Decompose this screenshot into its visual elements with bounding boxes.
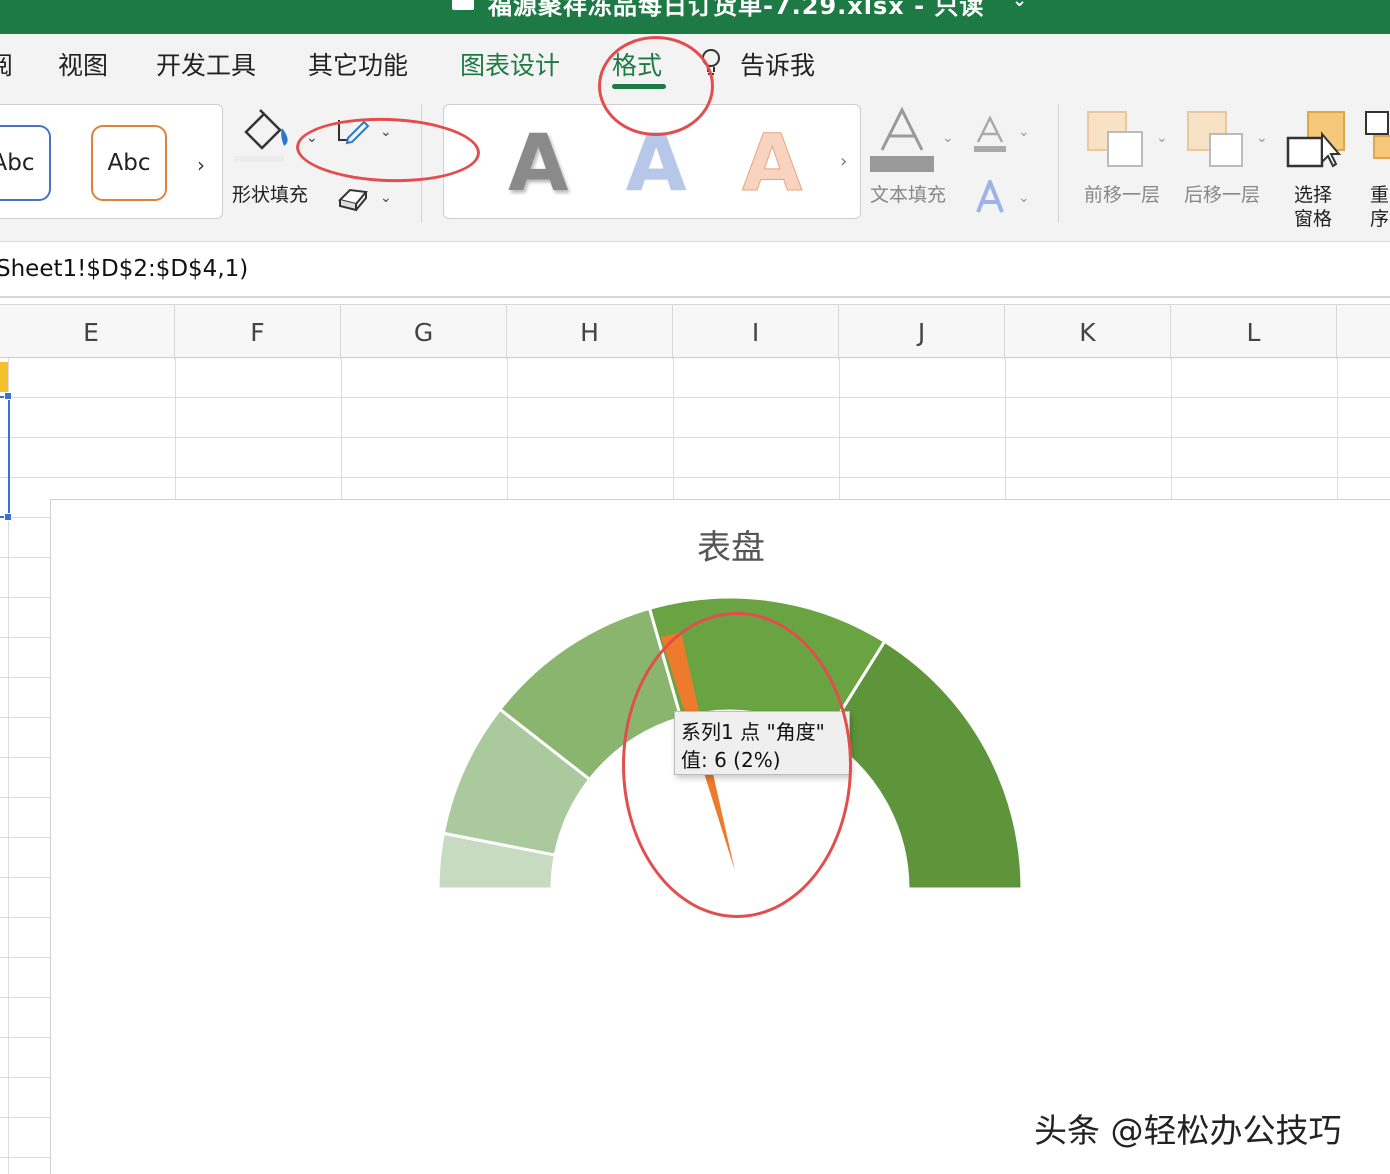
shape-styles-gallery: Abc Abc › xyxy=(0,104,223,219)
tab-chart-design[interactable]: 图表设计 xyxy=(460,46,560,82)
chart-tooltip: 系列1 点 "角度" 值: 6 (2%) xyxy=(674,711,850,775)
column-header-e[interactable]: E xyxy=(8,305,175,359)
grid-line xyxy=(507,358,508,500)
range-handle[interactable] xyxy=(4,392,12,400)
column-header-g[interactable]: G xyxy=(341,305,507,359)
column-header-h[interactable]: H xyxy=(507,305,673,359)
tab-developer[interactable]: 开发工具 xyxy=(156,46,256,82)
selected-range[interactable] xyxy=(0,396,10,518)
tab-review[interactable]: 阅 xyxy=(0,46,13,82)
paint-bucket-icon[interactable] xyxy=(240,106,292,158)
chevron-down-icon[interactable]: ⌄ xyxy=(1012,0,1027,11)
window-title: 福源聚祥冻品每日订货单-7.29.xlsx - 只读 xyxy=(488,0,985,20)
range-handle[interactable] xyxy=(4,513,12,521)
text-fill-icon[interactable] xyxy=(868,106,936,174)
watermark: 头条 @轻松办公技巧 xyxy=(1034,1111,1342,1150)
tooltip-line-2: 值: 6 (2%) xyxy=(681,748,781,772)
grid-line xyxy=(673,358,674,500)
send-backward-label: 后移一层 xyxy=(1184,184,1261,206)
text-fill-label: 文本填充 xyxy=(870,184,947,206)
excel-window: 福源聚祥冻品每日订货单-7.29.xlsx - 只读 ⌄ 阅 视图 开发工具 其… xyxy=(0,0,1390,1174)
gallery-next-icon[interactable]: › xyxy=(197,153,205,177)
ribbon: Abc Abc › ⌄ 形状填充 ⌄ ⌄ A A A › xyxy=(0,100,1390,242)
reorder-icon[interactable] xyxy=(1364,110,1390,170)
grid-line xyxy=(839,358,840,500)
chart-area[interactable]: 表盘 系列1 点 "角度" 值: 6 (2%) xyxy=(50,499,1390,1174)
column-header-f[interactable]: F xyxy=(175,305,341,359)
shape-effects-dropdown[interactable]: ⌄ xyxy=(380,190,392,206)
grid-line xyxy=(1171,358,1172,500)
shape-style-orange[interactable]: Abc xyxy=(91,125,167,201)
grid-line xyxy=(341,358,342,500)
gauge-chart[interactable] xyxy=(51,500,1390,1174)
send-backward-dropdown[interactable]: ⌄ xyxy=(1256,130,1268,146)
shape-style-blue[interactable]: Abc xyxy=(0,125,51,201)
send-backward-icon[interactable] xyxy=(1186,110,1246,170)
ribbon-separator xyxy=(1058,104,1059,222)
title-bar: 福源聚祥冻品每日订货单-7.29.xlsx - 只读 ⌄ xyxy=(0,0,1390,34)
tab-format[interactable]: 格式 xyxy=(612,46,662,82)
bring-forward-label: 前移一层 xyxy=(1084,184,1161,206)
lightbulb-icon[interactable] xyxy=(700,48,722,78)
column-header-row: E F G H I J K L xyxy=(0,304,1390,359)
selection-pane-icon[interactable] xyxy=(1286,110,1350,174)
wordart-style-blue[interactable]: A xyxy=(626,119,686,209)
pen-outline-icon[interactable] xyxy=(336,116,372,146)
selection-pane-label-1: 选择 xyxy=(1294,184,1333,206)
tab-view[interactable]: 视图 xyxy=(58,46,108,82)
formula-text[interactable]: Sheet1!$D$2:$D$4,1) xyxy=(0,256,248,282)
text-effects-icon[interactable] xyxy=(974,180,1006,214)
wordart-gallery: A A A › xyxy=(443,104,861,219)
column-header-l[interactable]: L xyxy=(1171,305,1337,359)
reorder-label-2: 序 xyxy=(1370,208,1390,230)
highlighted-cell[interactable] xyxy=(0,362,8,392)
active-tab-indicator xyxy=(612,84,666,89)
ribbon-tabs: 阅 视图 开发工具 其它功能 图表设计 格式 告诉我 xyxy=(0,34,1390,100)
excel-file-icon xyxy=(452,0,474,10)
fill-color-swatch xyxy=(234,156,284,162)
column-header-k[interactable]: K xyxy=(1005,305,1171,359)
bring-forward-icon[interactable] xyxy=(1086,110,1146,170)
text-fill-dropdown[interactable]: ⌄ xyxy=(942,130,954,146)
formula-bar[interactable]: Sheet1!$D$2:$D$4,1) xyxy=(0,244,1390,298)
shape-effects-icon[interactable] xyxy=(336,184,370,212)
wordart-style-peach[interactable]: A xyxy=(741,119,802,210)
bring-forward-dropdown[interactable]: ⌄ xyxy=(1156,130,1168,146)
wordart-style-gray[interactable]: A xyxy=(508,119,568,209)
text-outline-icon[interactable] xyxy=(972,116,1008,156)
shape-outline-dropdown[interactable]: ⌄ xyxy=(380,124,392,140)
shape-fill-dropdown[interactable]: ⌄ xyxy=(306,130,318,146)
tab-tell-me[interactable]: 告诉我 xyxy=(740,46,815,82)
column-header-j[interactable]: J xyxy=(839,305,1005,359)
grid-line xyxy=(1005,358,1006,500)
shape-fill-label: 形状填充 xyxy=(232,184,309,206)
tab-other-functions[interactable]: 其它功能 xyxy=(308,46,408,82)
text-outline-dropdown[interactable]: ⌄ xyxy=(1018,124,1030,140)
reorder-label-1: 重 xyxy=(1370,184,1390,206)
text-effects-dropdown[interactable]: ⌄ xyxy=(1018,190,1030,206)
tooltip-line-1: 系列1 点 "角度" xyxy=(681,720,825,744)
ribbon-separator xyxy=(421,104,422,222)
grid-line xyxy=(175,358,176,500)
grid-line xyxy=(1337,358,1338,500)
selection-pane-label-2: 窗格 xyxy=(1294,208,1333,230)
wordart-next-icon[interactable]: › xyxy=(840,151,847,172)
column-header-i[interactable]: I xyxy=(673,305,839,359)
